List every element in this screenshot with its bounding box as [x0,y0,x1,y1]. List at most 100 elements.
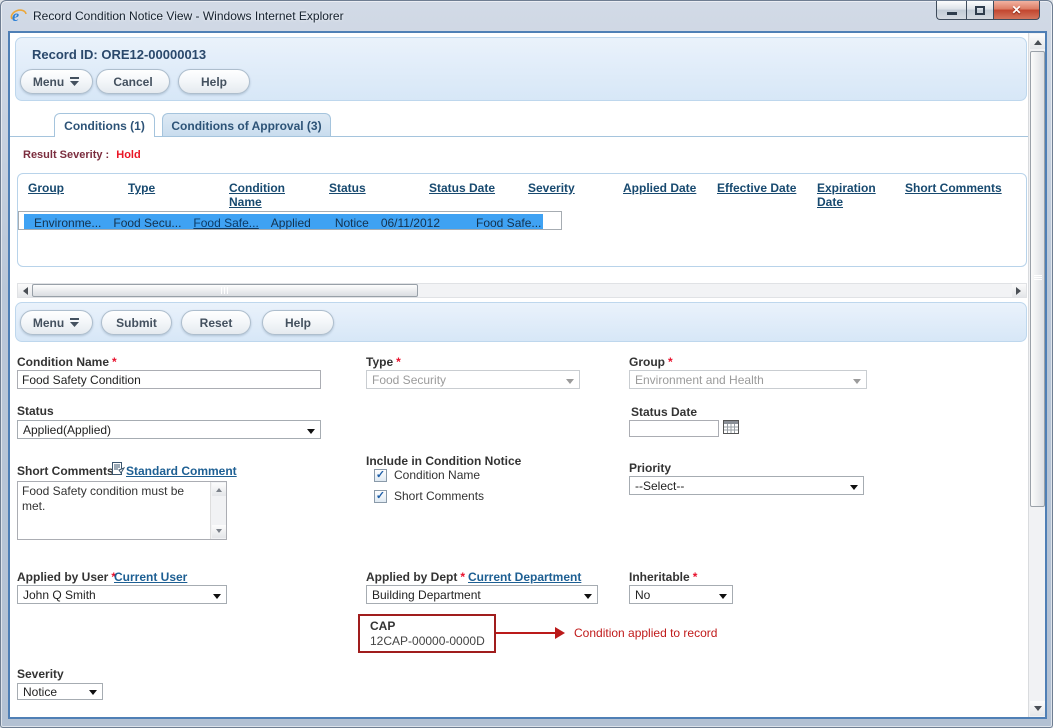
chevron-down-icon [216,529,222,536]
status-select[interactable]: Applied(Applied) [17,420,321,439]
cell-applied-date: 06/11/2012 [371,214,442,230]
form-help-button[interactable]: Help [262,310,334,335]
short-comments-checkbox-label: Short Comments [394,489,484,503]
record-id: Record ID: ORE12-00000013 [32,47,206,62]
page-client-area: Record ID: ORE12-00000013 Menu Cancel He… [8,31,1047,719]
close-button[interactable]: ✕ [994,1,1040,20]
column-header-expiration-date[interactable]: Expiration Date [817,181,876,209]
table-row-selected[interactable]: Environme... Food Secu... Food Safe... A… [18,211,562,230]
inheritable-select[interactable]: No [629,585,733,604]
scroll-up-button[interactable] [212,483,226,496]
group-label: Group* [629,355,673,369]
short-comments-textarea[interactable]: Food Safety condition must be met. [17,481,227,540]
header-help-button[interactable]: Help [178,69,250,94]
scroll-down-button[interactable] [1030,701,1045,716]
minimize-button[interactable] [936,1,966,20]
column-header-status[interactable]: Status [329,181,366,195]
applied-by-dept-label: Applied by Dept* [366,570,465,584]
cancel-button[interactable]: Cancel [96,69,170,94]
status-date-input[interactable] [629,420,719,437]
applied-by-user-label: Applied by User* [17,570,116,584]
condition-name-label: Condition Name* [17,355,117,369]
short-comments-text: Food Safety condition must be met. [22,484,206,514]
calendar-icon[interactable] [722,420,740,436]
standard-comment-link[interactable]: Standard Comment [126,464,237,478]
scroll-left-button[interactable] [18,284,32,297]
cap-title: CAP [370,619,494,634]
priority-select[interactable]: --Select-- [629,476,864,495]
form-help-label: Help [285,316,311,330]
chevron-up-icon [1034,36,1042,45]
type-select: Food Security [366,370,580,389]
chevron-down-icon [584,594,592,603]
chevron-down-icon [89,690,97,699]
applied-by-dept-select[interactable]: Building Department [366,585,598,604]
column-header-condition-name[interactable]: Condition Name [229,181,285,209]
header-menu-label: Menu [33,75,64,89]
priority-value: --Select-- [635,479,684,493]
scroll-right-button[interactable] [1012,284,1026,297]
close-icon: ✕ [1011,4,1021,16]
internet-explorer-icon: e [10,7,27,24]
cell-severity: Notice [325,214,371,230]
conditions-table-panel: Group Type Condition Name Status Status … [17,173,1027,267]
applied-by-user-value: John Q Smith [23,588,96,602]
condition-name-checkbox[interactable]: ✓ [374,469,387,482]
column-header-short-comments[interactable]: Short Comments [905,181,1002,195]
cap-number: 12CAP-00000-0000D [370,634,494,649]
horizontal-scrollbar-thumb[interactable] [32,284,418,297]
horizontal-scrollbar[interactable] [17,283,1027,298]
checkmark-icon: ✓ [376,491,385,502]
vertical-scrollbar-thumb[interactable] [1030,51,1045,507]
group-value: Environment and Health [635,373,764,387]
include-short-comments-row: ✓ Short Comments [374,489,484,503]
tab-conditions-of-approval[interactable]: Conditions of Approval (3) [162,113,331,137]
cell-condition-name-link[interactable]: Food Safe... [193,216,258,230]
status-date-label: Status Date [631,405,697,419]
result-severity-value: Hold [116,149,140,161]
vertical-scrollbar[interactable] [1028,33,1045,717]
reset-label: Reset [200,316,233,330]
chevron-left-icon [19,287,28,295]
record-header-panel: Record ID: ORE12-00000013 Menu Cancel He… [15,37,1027,101]
applied-by-user-select[interactable]: John Q Smith [17,585,227,604]
short-comments-checkbox[interactable]: ✓ [374,490,387,503]
column-header-type[interactable]: Type [128,181,155,195]
priority-label: Priority [629,461,671,475]
chevron-right-icon [1016,287,1025,295]
window-controls: ✕ [936,1,1040,20]
header-menu-button[interactable]: Menu [20,69,93,94]
type-value: Food Security [372,373,446,387]
column-header-group[interactable]: Group [28,181,64,195]
table-header-row: Group Type Condition Name Status Status … [18,179,1026,211]
column-header-effective-date[interactable]: Effective Date [717,181,796,195]
minimize-icon [947,12,957,15]
scroll-down-button[interactable] [212,525,226,538]
severity-label: Severity [17,667,64,681]
standard-comment-icon[interactable] [111,461,125,479]
conditions-table: Group Type Condition Name Status Status … [18,179,1026,211]
severity-select[interactable]: Notice [17,683,103,700]
required-marker: * [668,355,673,369]
tab-divider [10,136,1028,137]
required-marker: * [112,355,117,369]
result-severity-label: Result Severity : [23,149,109,161]
form-menu-button[interactable]: Menu [20,310,93,335]
maximize-button[interactable] [966,1,994,20]
tab-conditions[interactable]: Conditions (1) [54,113,155,137]
condition-name-input[interactable] [17,370,321,389]
current-department-link[interactable]: Current Department [468,570,581,584]
current-user-link[interactable]: Current User [114,570,187,584]
textarea-scrollbar[interactable] [210,482,226,539]
chevron-down-icon [566,379,574,388]
form-menu-label: Menu [33,316,64,330]
reset-button[interactable]: Reset [181,310,251,335]
scroll-up-button[interactable] [1030,34,1045,49]
column-header-status-date[interactable]: Status Date [429,181,495,195]
grip-icon [1034,275,1042,281]
column-header-severity[interactable]: Severity [528,181,575,195]
chevron-down-icon [853,379,861,388]
column-header-applied-date[interactable]: Applied Date [623,181,696,195]
chevron-down-icon [719,594,727,603]
submit-button[interactable]: Submit [101,310,172,335]
